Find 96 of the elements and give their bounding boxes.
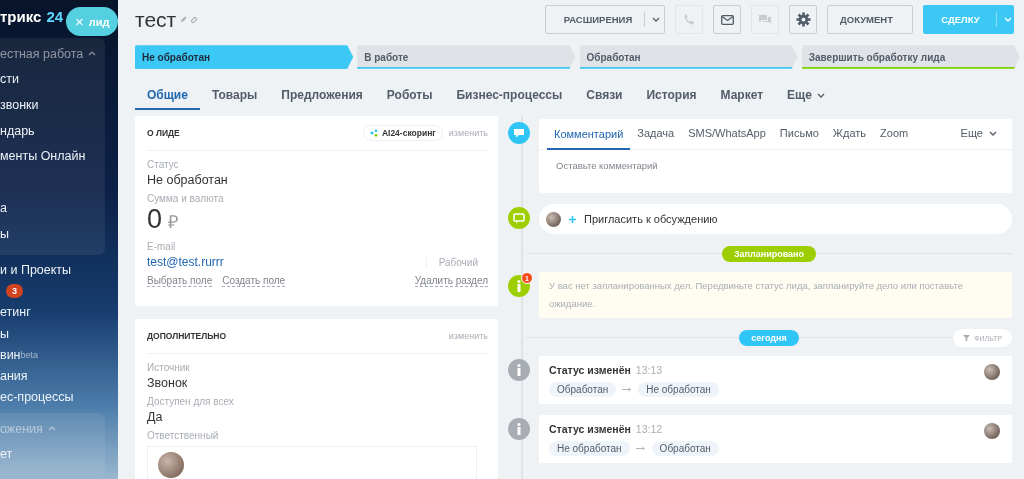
counter-badge: 3	[6, 283, 23, 298]
stage-step[interactable]: Обработан	[579, 45, 798, 69]
info-icon	[508, 359, 530, 381]
field-value: Звонок	[147, 376, 189, 390]
avatar-icon	[158, 452, 184, 478]
event-title: Статус изменён	[549, 423, 631, 435]
invite-button[interactable]: Пригласить к обсуждению	[539, 204, 1012, 234]
more-tab[interactable]: Еще	[775, 82, 837, 111]
sidebar-item[interactable]: сти	[0, 66, 105, 92]
planned-badge: Запланировано	[721, 246, 817, 262]
plus-icon	[569, 215, 576, 223]
link-icon[interactable]	[190, 15, 199, 24]
today-badge: сегодня	[739, 330, 799, 346]
status-chip: Обработан	[651, 441, 719, 456]
pencil-icon[interactable]	[180, 16, 188, 24]
logo-text: трикс 24	[0, 8, 64, 26]
avatar-icon	[984, 423, 1000, 439]
composer-tab[interactable]: Zoom	[873, 119, 916, 149]
stage-step[interactable]: В работе	[357, 45, 576, 69]
tab[interactable]: Предложения	[269, 82, 375, 111]
chevron-icon	[989, 130, 997, 136]
nodes-icon	[369, 129, 378, 137]
chevron-icon	[47, 426, 56, 432]
tab[interactable]: Общие	[135, 82, 200, 111]
chat-icon	[508, 207, 530, 229]
info-icon	[508, 418, 530, 440]
field-link[interactable]: Выбрать поле	[147, 275, 213, 287]
sidebar-item[interactable]: етинг	[0, 301, 118, 323]
composer-tab[interactable]: Ждать	[825, 119, 874, 149]
stage-step[interactable]: Не обработан	[135, 45, 354, 69]
sidebar-item[interactable]: ы	[0, 221, 105, 247]
user-field[interactable]	[147, 446, 477, 479]
mail-icon	[720, 14, 734, 25]
tab[interactable]: История	[634, 82, 709, 111]
email-link[interactable]: test@test.rurrr	[147, 255, 426, 269]
arrow-icon	[635, 446, 646, 451]
page-title: тест	[135, 7, 177, 32]
mail-button[interactable]	[713, 5, 741, 35]
avatar-icon	[546, 211, 561, 227]
composer-tab[interactable]: Задача	[630, 119, 682, 149]
composer-tab[interactable]: Комментарий	[547, 119, 631, 150]
status-chip: Не обработан	[638, 382, 719, 397]
sidebar-group-header[interactable]: естная работа	[0, 41, 105, 67]
comment-placeholder[interactable]: Оставьте комментарий	[539, 150, 1012, 193]
chat-icon	[758, 13, 772, 26]
field-value: Не обработан	[147, 173, 229, 187]
sidebar-item[interactable]: ы	[0, 322, 118, 345]
arrow-icon	[622, 387, 633, 392]
email-type: Рабочий	[425, 256, 478, 268]
card-title: О ЛИДЕ	[147, 128, 181, 138]
field-label: Ответственный	[147, 430, 220, 441]
more-tab[interactable]: Еще	[953, 119, 1004, 149]
sidebar-item[interactable]: ндарь	[0, 117, 105, 144]
event-time: 13:12	[635, 423, 663, 435]
field-link[interactable]: Создать поле	[222, 275, 286, 287]
phone-icon	[682, 13, 696, 27]
amount-value: 0	[147, 204, 163, 235]
tab[interactable]: Бизнес-процессы	[444, 82, 575, 111]
stage-step[interactable]: Завершить обработку лида	[801, 45, 1020, 69]
chevron-icon	[88, 51, 97, 57]
filter-icon	[963, 335, 971, 341]
field-label: Сумма и валюта	[147, 193, 225, 204]
field-label: Источник	[147, 362, 191, 373]
caret-icon	[652, 17, 661, 23]
tab[interactable]: Маркет	[708, 82, 776, 111]
field-label: Статус	[147, 159, 180, 170]
status-chip: Не обработан	[549, 441, 630, 456]
sidebar-item[interactable]: звонки	[0, 91, 105, 118]
chat-icon	[508, 122, 530, 144]
document-button[interactable]: ДОКУМЕНТ	[827, 5, 913, 35]
extensions-button[interactable]: РАСШИРЕНИЯ	[545, 5, 665, 35]
tab[interactable]: Связи	[574, 82, 635, 111]
event-title: Статус изменён	[549, 364, 631, 376]
sidebar-item[interactable]: и и Проекты	[0, 258, 118, 281]
empty-schedule-note: У вас нет запланированных дел. Передвиньте статус лида, запланируйте дело или поставьте ожидание.	[539, 272, 1012, 318]
currency-sign: ₽	[168, 211, 179, 233]
composer-tab[interactable]: SMS/WhatsApp	[681, 119, 773, 149]
settings-icon	[795, 12, 811, 28]
composer-tab[interactable]: Письмо	[772, 119, 826, 149]
sidebar-item[interactable]: а	[0, 195, 105, 222]
delete-section-link[interactable]: Удалить раздел	[414, 275, 488, 287]
caret-icon	[1003, 17, 1012, 23]
chevron-icon	[816, 92, 825, 98]
sidebar-item[interactable]: менты Онлайн	[0, 143, 105, 170]
field-label: Доступен для всех	[147, 396, 235, 407]
field-value: Да	[147, 410, 164, 424]
tab[interactable]: Товары	[199, 82, 270, 111]
settings-button[interactable]	[789, 5, 817, 35]
field-label: E-mail	[147, 241, 177, 252]
card-title: ДОПОЛНИТЕЛЬНО	[147, 331, 228, 341]
sidebar-item[interactable]: ес-процессы	[0, 386, 118, 409]
avatar-icon	[984, 364, 1000, 380]
tab[interactable]: Роботы	[374, 82, 445, 111]
status-chip: Обработан	[549, 382, 617, 397]
sidebar-item[interactable]: ания	[0, 365, 118, 387]
event-time: 13:13	[635, 364, 663, 376]
